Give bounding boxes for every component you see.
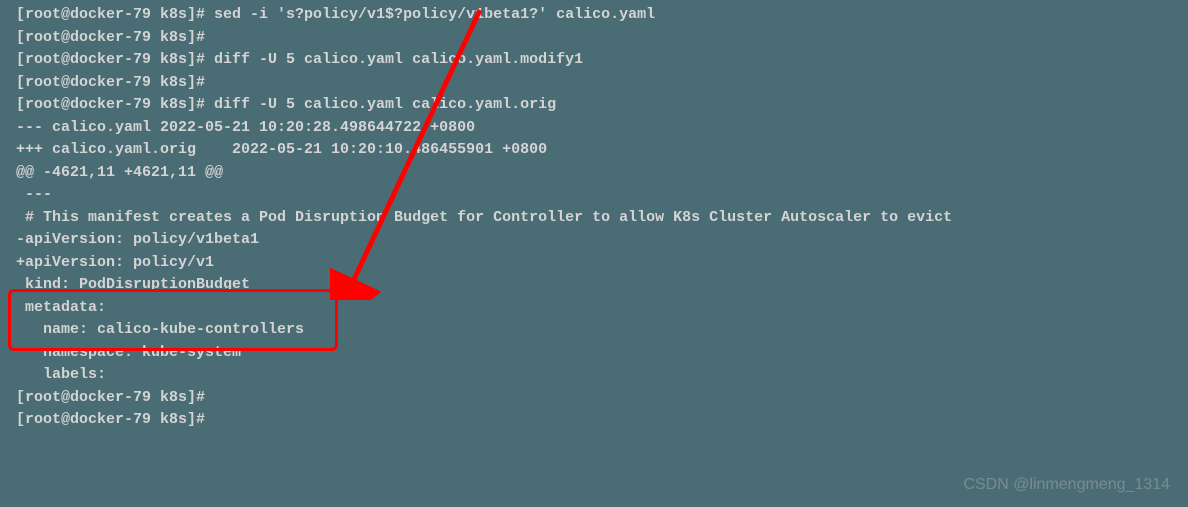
terminal-line: [root@docker-79 k8s]# [16,72,1172,95]
terminal-line: +++ calico.yaml.orig 2022-05-21 10:20:10… [16,139,1172,162]
terminal-line: [root@docker-79 k8s]# [16,409,1172,432]
terminal-line: [root@docker-79 k8s]# diff -U 5 calico.y… [16,49,1172,72]
terminal-line: [root@docker-79 k8s]# [16,27,1172,50]
terminal-line: [root@docker-79 k8s]# diff -U 5 calico.y… [16,94,1172,117]
terminal-line: [root@docker-79 k8s]# [16,387,1172,410]
watermark: CSDN @linmengmeng_1314 [963,473,1170,497]
terminal-line: --- [16,184,1172,207]
terminal-line: name: calico-kube-controllers [16,319,1172,342]
terminal-line: -apiVersion: policy/v1beta1 [16,229,1172,252]
terminal-line: # This manifest creates a Pod Disruption… [16,207,1172,230]
terminal-line: +apiVersion: policy/v1 [16,252,1172,275]
terminal-line: namespace: kube-system [16,342,1172,365]
terminal-line: metadata: [16,297,1172,320]
terminal-line: @@ -4621,11 +4621,11 @@ [16,162,1172,185]
terminal-output[interactable]: [root@docker-79 k8s]# sed -i 's?policy/v… [16,4,1172,432]
terminal-line: labels: [16,364,1172,387]
terminal-line: [root@docker-79 k8s]# sed -i 's?policy/v… [16,4,1172,27]
terminal-line: kind: PodDisruptionBudget [16,274,1172,297]
terminal-line: --- calico.yaml 2022-05-21 10:20:28.4986… [16,117,1172,140]
